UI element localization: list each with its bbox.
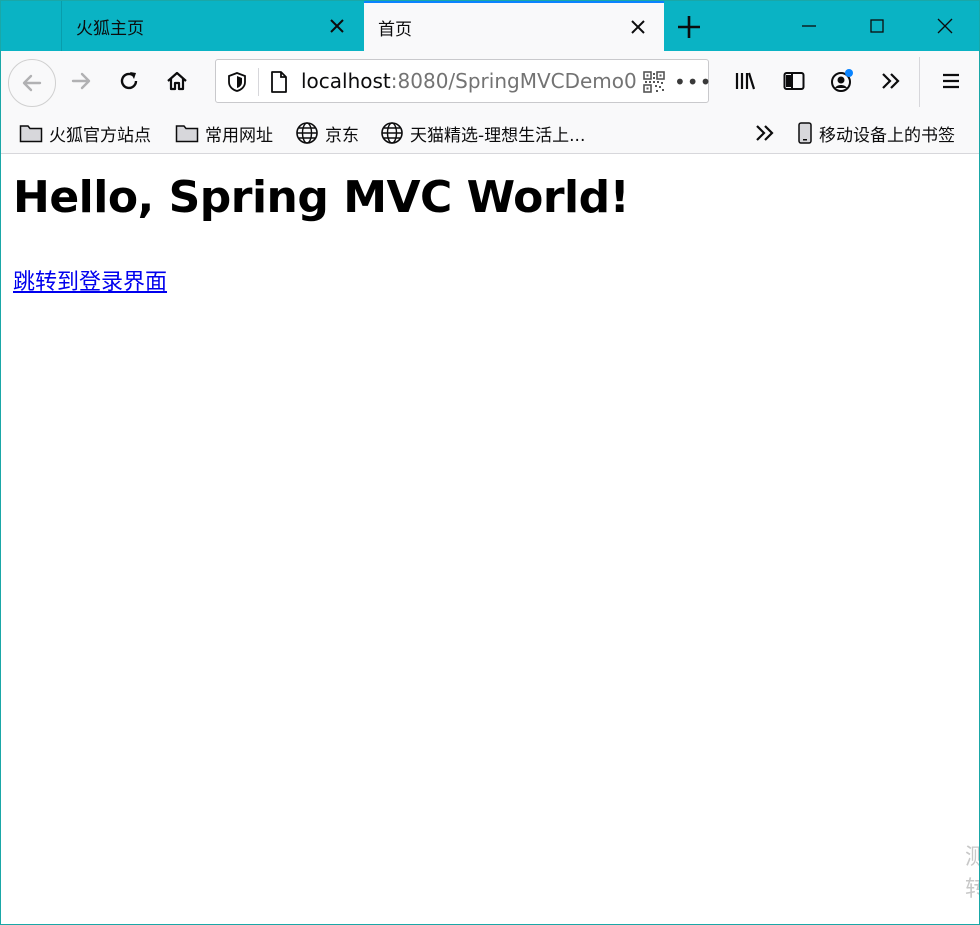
- browser-window: 火狐主页 首页 localhost:8080/SpringMVCDemo0 ••…: [0, 0, 980, 925]
- reload-icon[interactable]: [109, 61, 149, 101]
- watermark-line: 转: [965, 874, 979, 906]
- bookmark-tmall[interactable]: 天猫精选-理想生活上...: [380, 113, 585, 153]
- sidebar-icon[interactable]: [774, 61, 814, 101]
- bookmark-folder-firefox[interactable]: 火狐官方站点: [19, 113, 151, 153]
- window-close-icon[interactable]: [911, 1, 979, 51]
- bookmark-label: 火狐官方站点: [49, 125, 151, 146]
- globe-icon: [381, 122, 403, 144]
- minimize-icon[interactable]: [775, 1, 843, 51]
- qr-code-icon[interactable]: [643, 71, 665, 97]
- mobile-bookmarks[interactable]: 移动设备上的书签: [797, 113, 955, 153]
- tab-label: 火狐主页: [76, 18, 144, 39]
- url-path: :8080/SpringMVCDemo0: [390, 69, 636, 93]
- bookmark-label: 常用网址: [205, 125, 273, 146]
- url-separator: [258, 68, 259, 96]
- url-bar[interactable]: localhost:8080/SpringMVCDemo0 •••: [215, 59, 712, 103]
- bookmarks-toolbar: 火狐官方站点 常用网址 京东 天猫精选-理想生活上... 移动设备上的书签: [1, 113, 979, 154]
- bookmark-folder-common[interactable]: 常用网址: [175, 113, 273, 153]
- login-link[interactable]: 跳转到登录界面: [13, 264, 167, 296]
- page-heading: Hello, Spring MVC World!: [13, 172, 630, 223]
- bookmark-label: 移动设备上的书签: [819, 125, 955, 146]
- toolbar-separator: [919, 57, 920, 107]
- bookmarks-overflow-icon[interactable]: [753, 113, 783, 153]
- watermark-line: 测: [965, 842, 979, 874]
- watermark: 测 转: [965, 842, 979, 906]
- bookmark-jd[interactable]: 京东: [295, 113, 359, 153]
- account-icon[interactable]: [822, 61, 862, 101]
- folder-icon: [175, 125, 199, 143]
- folder-icon: [19, 125, 43, 143]
- new-tab-plus-icon[interactable]: [675, 13, 703, 41]
- shield-icon[interactable]: [226, 71, 248, 97]
- tab-label: 首页: [378, 19, 412, 40]
- tab-home-page[interactable]: 首页: [364, 1, 664, 51]
- page-content: Hello, Spring MVC World! 跳转到登录界面 测 转: [1, 154, 979, 924]
- navigation-toolbar: localhost:8080/SpringMVCDemo0 •••: [1, 51, 979, 113]
- back-arrow-icon[interactable]: [8, 59, 56, 107]
- menu-icon[interactable]: [931, 61, 971, 101]
- bookmark-label: 天猫精选-理想生活上...: [410, 125, 586, 146]
- close-icon[interactable]: [626, 15, 650, 39]
- maximize-icon[interactable]: [843, 1, 911, 51]
- url-host: localhost: [301, 69, 391, 93]
- page-info-icon[interactable]: [268, 70, 290, 98]
- bookmark-label: 京东: [325, 125, 359, 146]
- tab-strip: 火狐主页 首页: [1, 1, 979, 51]
- more-actions-icon[interactable]: •••: [674, 70, 712, 94]
- mobile-device-icon: [798, 122, 812, 144]
- close-icon[interactable]: [325, 14, 349, 38]
- library-icon[interactable]: [725, 61, 765, 101]
- url-input[interactable]: localhost:8080/SpringMVCDemo0: [301, 69, 636, 93]
- globe-icon: [296, 122, 318, 144]
- forward-arrow-icon[interactable]: [61, 61, 101, 101]
- home-icon[interactable]: [157, 61, 197, 101]
- overflow-chevron-icon[interactable]: [871, 61, 911, 101]
- tab-firefox-home[interactable]: 火狐主页: [61, 1, 363, 51]
